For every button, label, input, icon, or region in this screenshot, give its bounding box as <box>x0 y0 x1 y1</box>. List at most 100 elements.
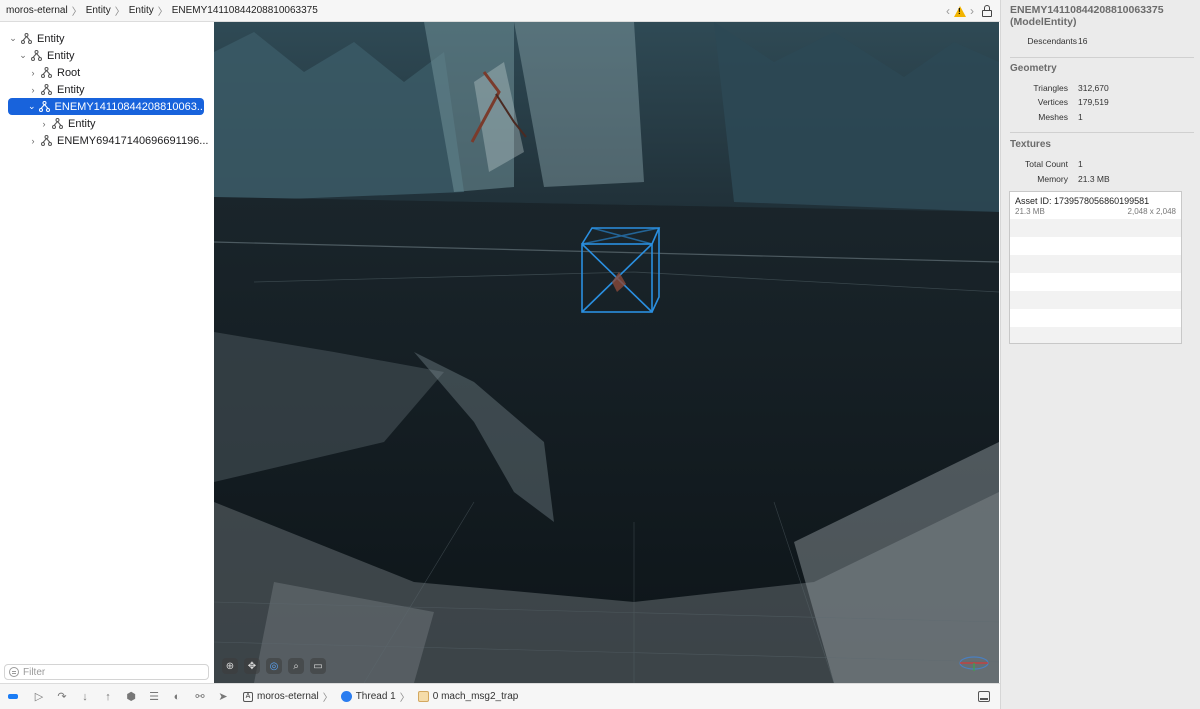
entity-icon <box>21 33 32 44</box>
triangles-value: 312,670 <box>1078 83 1109 93</box>
tree-row-label: Entity <box>57 83 85 96</box>
location-icon[interactable]: ➤ <box>216 690 230 704</box>
environment-icon[interactable]: ◐ <box>170 690 184 704</box>
jump-bar: moros-eternal 〉 Entity 〉 Entity 〉 ENEMY1… <box>0 0 1000 22</box>
debug-app-crumb[interactable]: A moros-eternal <box>243 691 319 702</box>
entity-icon <box>41 84 52 95</box>
debug-frame-label: 0 mach_msg2_trap <box>432 691 519 702</box>
geometry-heading: Geometry <box>1010 63 1057 74</box>
move-icon[interactable]: ⊕ <box>222 658 238 674</box>
tree-row-enemy-2[interactable]: › ENEMY69417140696691196... <box>28 132 209 149</box>
list-stripe <box>1010 219 1181 237</box>
entity-outline: ⌄ Entity ⌄ Entity › Root › Entity ⌄ ENEM… <box>0 22 213 662</box>
divider <box>1010 132 1194 133</box>
debug-bar: ▷ ↷ ↓ ↑ ⬢ ☰ ◐ ⚯ ➤ A moros-eternal 〉 Thre… <box>0 683 1000 709</box>
topbar-controls: ‹ › <box>946 0 992 22</box>
graph-icon[interactable]: ⚯ <box>193 690 207 704</box>
zoom-icon[interactable]: ⌕ <box>288 658 304 674</box>
descendants-label: Descendants <box>1027 36 1077 46</box>
forward-arrow-icon[interactable]: › <box>970 4 974 18</box>
meshes-label: Meshes <box>1038 112 1068 122</box>
outline-filter-field[interactable]: Filter <box>4 664 209 680</box>
entity-icon <box>38 101 50 112</box>
texture-memory-label: Memory <box>1037 174 1068 184</box>
tree-row-selected-enemy[interactable]: ⌄ ENEMY14110844208810063... <box>8 98 207 115</box>
vertices-label: Vertices <box>1037 97 1068 107</box>
chevron-down-icon[interactable]: ⌄ <box>18 50 28 61</box>
divider <box>1010 57 1194 58</box>
entity-icon <box>41 135 52 146</box>
scene-viewport[interactable]: ⊕ ✥ ◎ ⌕ ▭ <box>214 22 999 683</box>
filter-icon <box>9 667 19 677</box>
texture-memory-value: 21.3 MB <box>1078 174 1110 184</box>
camera-icon[interactable]: ▭ <box>310 658 326 674</box>
textures-heading: Textures <box>1010 139 1051 150</box>
step-over-icon[interactable]: ↷ <box>55 690 69 704</box>
back-arrow-icon[interactable]: ‹ <box>946 4 950 18</box>
chevron-right-icon[interactable]: › <box>28 136 38 146</box>
orbit-icon[interactable]: ◎ <box>266 658 282 674</box>
lock-icon[interactable] <box>982 5 992 17</box>
step-into-icon[interactable]: ↓ <box>78 690 92 704</box>
texture-asset-list[interactable]: Asset ID: 1739578056860199581 21.3 MB 2,… <box>1009 191 1182 344</box>
chevron-down-icon[interactable]: ⌄ <box>8 33 18 44</box>
descendants-value: 16 <box>1078 36 1088 46</box>
view-hierarchy-icon[interactable]: ⬢ <box>124 690 138 704</box>
tree-row-entity[interactable]: › Entity <box>39 115 96 132</box>
tree-row-label: Entity <box>37 32 65 45</box>
breadcrumb-selected-entity[interactable]: ENEMY14110844208810063375 <box>172 5 318 16</box>
chevron-right-icon[interactable]: › <box>28 85 38 95</box>
chevron-right-icon[interactable]: › <box>28 68 38 78</box>
debug-thread-crumb[interactable]: Thread 1 <box>340 691 396 702</box>
tree-row-label: Entity <box>68 117 96 130</box>
debug-thread-label: Thread 1 <box>355 691 396 702</box>
chevron-right-icon: 〉 <box>71 7 82 18</box>
inspector-title: ENEMY14110844208810063375 (ModelEntity) <box>1010 4 1164 28</box>
list-stripe <box>1010 291 1181 309</box>
chevron-right-icon[interactable]: › <box>39 119 49 129</box>
tree-row-entity-root[interactable]: ⌄ Entity <box>8 30 65 47</box>
breadcrumb-entity-1[interactable]: Entity <box>86 5 111 16</box>
filter-placeholder: Filter <box>23 666 46 678</box>
warning-icon[interactable] <box>954 5 966 17</box>
debug-frame-crumb[interactable]: 0 mach_msg2_trap <box>417 691 519 702</box>
tree-row-label: ENEMY14110844208810063... <box>54 100 207 113</box>
console-toggle-icon[interactable] <box>978 691 990 702</box>
chevron-right-icon: 〉 <box>399 693 410 704</box>
asset-size: 21.3 MB <box>1015 207 1045 216</box>
tree-row-entity[interactable]: › Entity <box>28 81 85 98</box>
pan-icon[interactable]: ✥ <box>244 658 260 674</box>
asset-dimensions: 2,048 x 2,048 <box>1127 207 1176 216</box>
memory-graph-icon[interactable]: ☰ <box>147 690 161 704</box>
tree-row-label: ENEMY69417140696691196... <box>57 134 209 147</box>
texture-count-label: Total Count <box>1025 159 1068 169</box>
chevron-right-icon: 〉 <box>114 7 125 18</box>
continue-icon[interactable]: ▷ <box>32 690 46 704</box>
scene-render <box>214 22 999 683</box>
step-out-icon[interactable]: ↑ <box>101 690 115 704</box>
app-icon: A <box>243 691 253 702</box>
texture-count-value: 1 <box>1078 159 1083 169</box>
entity-icon <box>41 67 52 78</box>
breadcrumb-app[interactable]: moros-eternal <box>6 5 68 16</box>
orientation-gizmo-icon[interactable] <box>958 654 990 672</box>
list-stripe <box>1010 327 1181 343</box>
chevron-right-icon: 〉 <box>157 7 168 18</box>
list-stripe <box>1010 255 1181 273</box>
tree-row-entity[interactable]: ⌄ Entity <box>18 47 75 64</box>
entity-inspector: ENEMY14110844208810063375 (ModelEntity) … <box>1000 0 1200 709</box>
tree-row-root[interactable]: › Root <box>28 64 81 81</box>
debug-app-label: moros-eternal <box>257 691 319 702</box>
breadcrumb-entity-2[interactable]: Entity <box>129 5 154 16</box>
asset-id: Asset ID: 1739578056860199581 <box>1015 196 1150 206</box>
viewport-toolbar: ⊕ ✥ ◎ ⌕ ▭ <box>222 657 326 675</box>
tree-row-label: Root <box>57 66 81 79</box>
vertices-value: 179,519 <box>1078 97 1109 107</box>
tree-row-label: Entity <box>47 49 75 62</box>
meshes-value: 1 <box>1078 112 1083 122</box>
entity-icon <box>31 50 42 61</box>
breakpoints-toggle-icon[interactable] <box>8 694 18 699</box>
chevron-right-icon: 〉 <box>322 693 333 704</box>
chevron-down-icon[interactable]: ⌄ <box>28 101 36 112</box>
thread-icon <box>340 691 352 702</box>
